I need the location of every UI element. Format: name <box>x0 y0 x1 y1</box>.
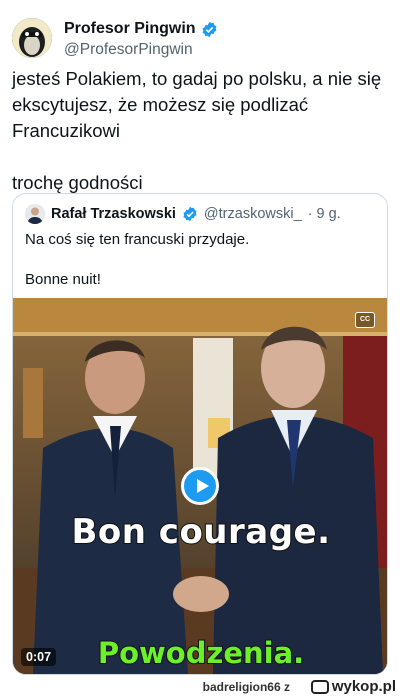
wykop-logo-icon <box>310 679 329 694</box>
video-duration: 0:07 <box>21 648 57 666</box>
quoted-handle[interactable]: @trzaskowski_ <box>204 206 302 222</box>
wykop-logo: wykop.pl <box>310 678 396 695</box>
author-handle[interactable]: @ProfesorPingwin <box>64 41 193 59</box>
subtitle-polish: Powodzenia. <box>97 635 305 671</box>
watermark-site: wykop.pl <box>331 678 396 695</box>
play-button[interactable] <box>181 467 219 505</box>
subtitle-french: Bon courage. <box>70 511 331 553</box>
author-avatar[interactable] <box>12 18 52 58</box>
video-player[interactable]: CC Bon courage. Powodzenia. 0:07 <box>13 298 387 674</box>
verified-badge-icon <box>183 206 197 222</box>
watermark-bar: badreligion66 z wykop.pl <box>0 678 400 696</box>
tweet-body: jesteś Polakiem, to gadaj po polsku, a n… <box>12 68 382 193</box>
verified-badge-icon <box>202 21 217 37</box>
quoted-timestamp[interactable]: · 9 g. <box>308 206 341 222</box>
penguin-avatar-icon <box>12 18 52 58</box>
watermark-user: badreligion66 z <box>202 680 290 694</box>
quoted-display-name[interactable]: Rafał Trzaskowski <box>51 206 176 222</box>
quoted-tweet-body: Na coś się ten francuski przydaje. Bonne… <box>25 231 250 288</box>
tweet-header: Profesor Pingwin @ProfesorPingwin <box>12 14 388 64</box>
quoted-author-avatar[interactable] <box>25 204 45 224</box>
author-display-name[interactable]: Profesor Pingwin <box>64 20 196 38</box>
person-avatar-icon <box>25 204 45 224</box>
quoted-tweet-card[interactable]: Rafał Trzaskowski @trzaskowski_ · 9 g. N… <box>12 193 388 675</box>
closed-captions-button[interactable]: CC <box>355 312 375 328</box>
